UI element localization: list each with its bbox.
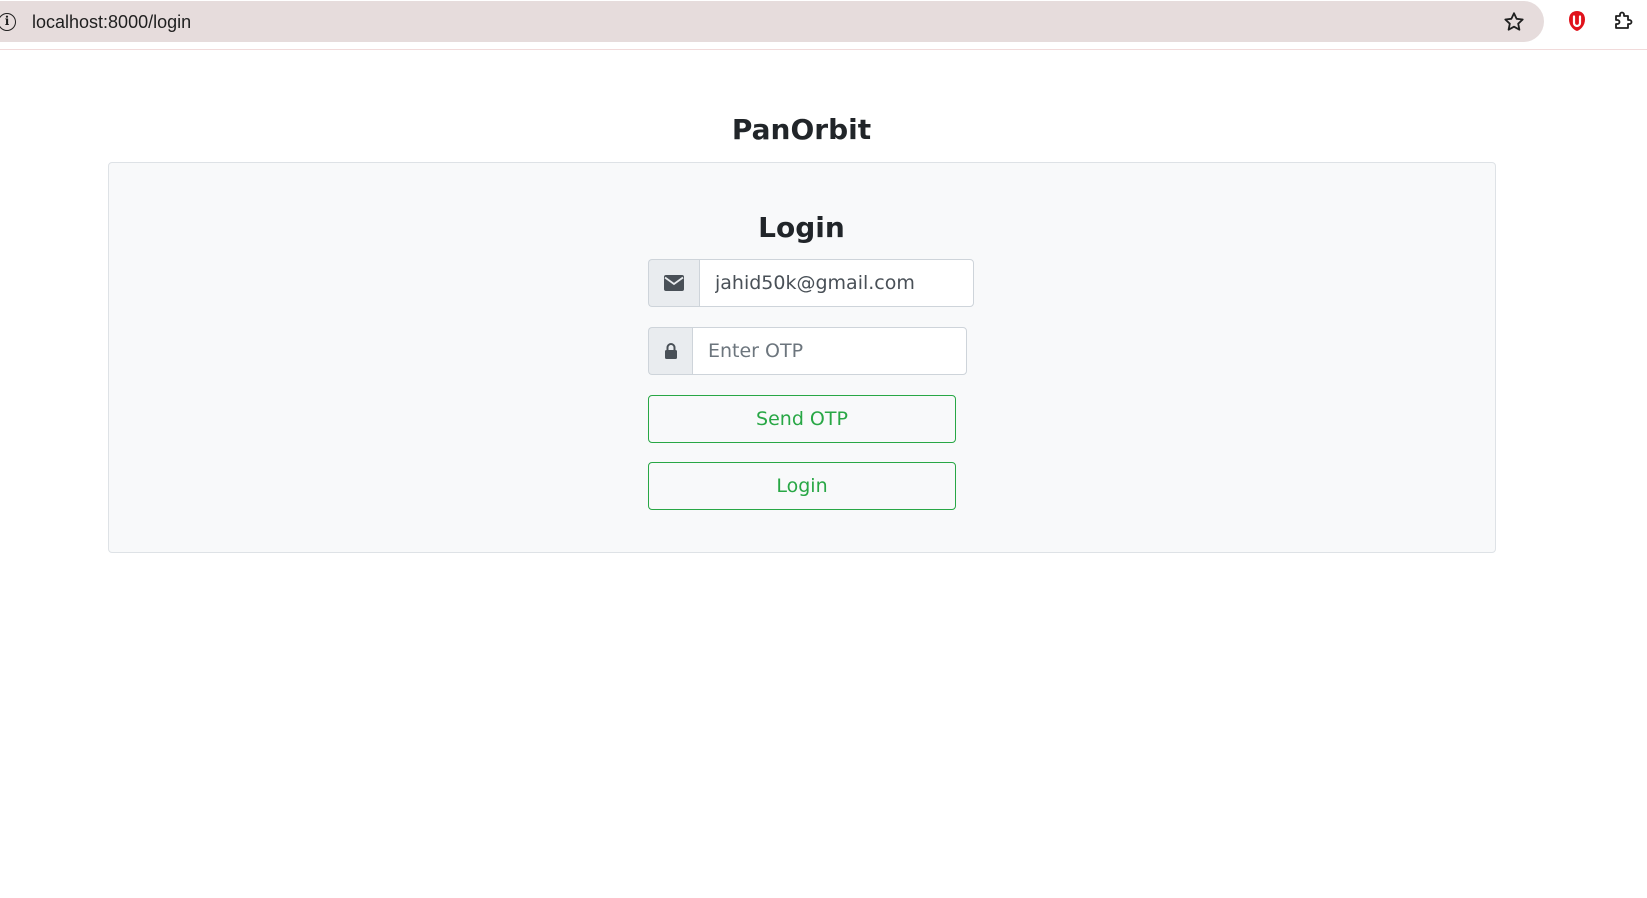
star-icon[interactable] (1502, 10, 1526, 34)
otp-addon (648, 327, 692, 375)
envelope-icon (664, 275, 684, 291)
address-bar[interactable]: i localhost:8000/login (0, 1, 1544, 42)
url-text[interactable]: localhost:8000/login (32, 11, 191, 33)
send-otp-button[interactable]: Send OTP (648, 395, 956, 443)
puzzle-extensions-icon[interactable] (1611, 9, 1635, 33)
email-addon (648, 259, 699, 307)
browser-toolbar: i localhost:8000/login (0, 0, 1647, 50)
shield-extension-icon[interactable] (1565, 9, 1589, 33)
login-button[interactable]: Login (648, 462, 956, 510)
email-field[interactable] (699, 259, 974, 307)
otp-input-group (648, 327, 967, 375)
login-heading: Login (758, 211, 845, 244)
brand-title: PanOrbit (731, 113, 872, 146)
lock-icon (664, 343, 677, 359)
otp-field[interactable] (692, 327, 967, 375)
email-input-group (648, 259, 974, 307)
info-icon[interactable]: i (0, 13, 16, 31)
